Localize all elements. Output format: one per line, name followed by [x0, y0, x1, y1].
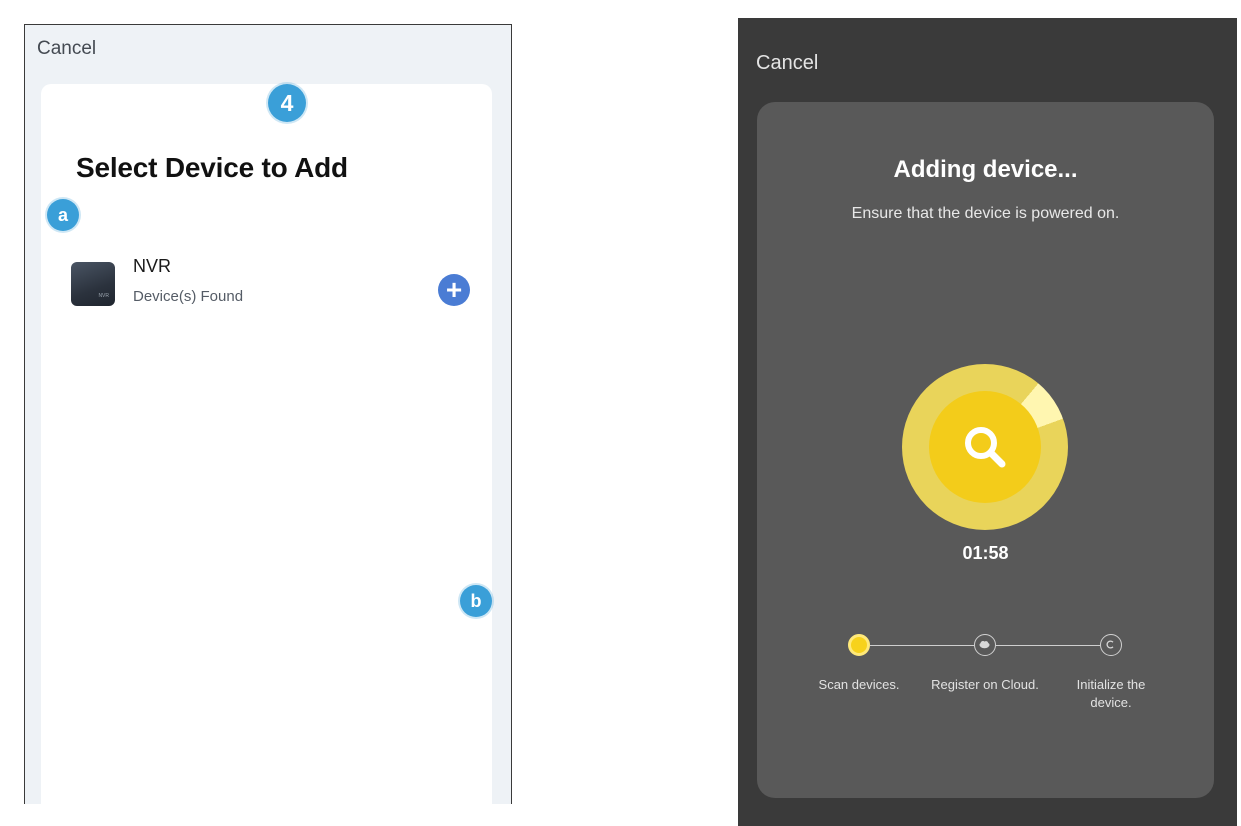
- search-icon: [965, 427, 1006, 468]
- add-device-button[interactable]: +: [438, 274, 470, 306]
- adding-subtitle: Ensure that the device is powered on.: [851, 205, 1120, 222]
- scan-button: [929, 391, 1041, 503]
- adding-device-screen: Cancel Adding device... Ensure that the …: [738, 18, 1237, 826]
- cancel-button[interactable]: Cancel: [756, 52, 818, 75]
- device-list-card: 4 Select Device to Add NVR NVR Device(s)…: [41, 84, 492, 805]
- device-status: Device(s) Found: [133, 288, 244, 305]
- device-thumbnail: NVR: [71, 262, 115, 306]
- step-initialize-label: Initialize the device.: [1076, 677, 1146, 710]
- device-list-item[interactable]: NVR NVR Device(s) Found +: [71, 256, 481, 316]
- step-connector: [870, 645, 974, 646]
- select-device-screen: Cancel 4 Select Device to Add NVR NVR De…: [24, 24, 512, 805]
- step-marker: 4: [268, 84, 306, 122]
- adding-title: Adding device...: [893, 156, 1078, 183]
- cancel-button[interactable]: Cancel: [37, 38, 96, 60]
- plus-circle-icon: +: [445, 274, 463, 305]
- copyright-icon: [1106, 640, 1114, 649]
- cloud-icon: [979, 641, 990, 649]
- device-name: NVR: [133, 256, 172, 276]
- adding-device-card: Adding device... Ensure that the device …: [757, 102, 1214, 798]
- page-title: Select Device to Add: [76, 152, 348, 183]
- countdown-timer: 01:58: [962, 543, 1009, 563]
- step-scan-label: Scan devices.: [818, 677, 900, 692]
- annotation-marker-a: a: [47, 199, 79, 231]
- step-connector: [996, 645, 1100, 646]
- scan-progress-ring: [902, 364, 1068, 530]
- step-scan-indicator: [848, 634, 870, 656]
- annotation-marker-b: b: [460, 585, 492, 617]
- step-register-indicator: [974, 634, 996, 656]
- step-register-label: Register on Cloud.: [931, 677, 1039, 692]
- device-thumbnail-label: NVR: [98, 293, 109, 299]
- step-initialize-indicator: [1100, 634, 1122, 656]
